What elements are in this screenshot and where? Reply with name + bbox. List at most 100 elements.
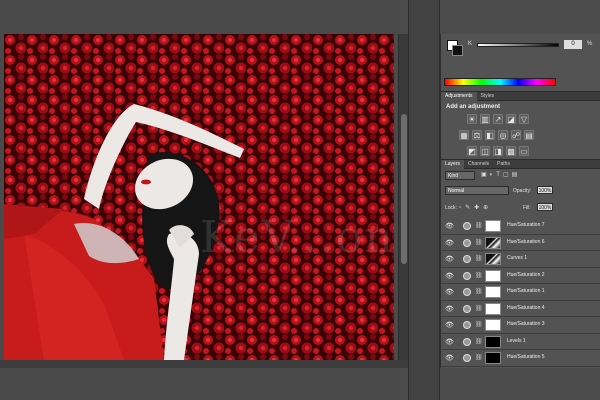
layer-name: Hue/Saturation 6 bbox=[507, 238, 545, 245]
layer-mask-thumbnail[interactable] bbox=[485, 220, 501, 232]
scrollbar-thumb[interactable] bbox=[401, 114, 407, 264]
tab-channels[interactable]: Channels bbox=[464, 160, 493, 169]
layer-name: Levels 1 bbox=[507, 337, 526, 344]
lock-label: Lock: bbox=[445, 205, 457, 211]
invert-icon[interactable]: ◩ bbox=[467, 146, 477, 156]
link-icon: ⛓ bbox=[475, 289, 483, 295]
visibility-eye-icon[interactable]: 👁 bbox=[445, 222, 454, 230]
tab-paths[interactable]: Paths bbox=[493, 160, 514, 169]
adjustments-row-2: ▦ ⚖ ◧ ◎ ☍ ▤ bbox=[459, 130, 537, 142]
visibility-eye-icon[interactable]: 👁 bbox=[445, 288, 454, 296]
layer-filter-icons[interactable]: ▣◐T▢▤ bbox=[481, 171, 520, 178]
visibility-eye-icon[interactable]: 👁 bbox=[445, 321, 454, 329]
layer-mask-thumbnail[interactable] bbox=[485, 302, 501, 315]
adjustments-tabbar: Adjustments Styles bbox=[441, 91, 600, 101]
layer-row[interactable]: 👁 ⛓ Hue/Saturation 3 bbox=[441, 317, 600, 334]
adjustment-layer-icon bbox=[463, 238, 471, 247]
status-bar bbox=[0, 360, 410, 368]
gradient-map-icon[interactable]: ▭ bbox=[519, 146, 529, 156]
adjustments-row-3: ◩ ◫ ◨ ▩ ▭ bbox=[467, 146, 532, 158]
curves-icon[interactable]: ↗ bbox=[493, 114, 503, 124]
layer-name: Hue/Saturation 7 bbox=[507, 222, 545, 228]
link-icon: ⛓ bbox=[475, 322, 483, 328]
color-lookup-icon[interactable]: ▤ bbox=[524, 130, 534, 140]
photo-filter-icon[interactable]: ◎ bbox=[498, 130, 508, 140]
brightness-icon[interactable]: ☀ bbox=[467, 114, 477, 124]
color-spectrum-bar[interactable] bbox=[444, 78, 556, 86]
layer-mask-thumbnail[interactable] bbox=[485, 236, 501, 249]
fill-field[interactable]: 100% bbox=[537, 203, 553, 211]
layer-row[interactable]: 👁 ⛓ Hue/Saturation 1 bbox=[441, 284, 600, 301]
tab-adjustments[interactable]: Adjustments bbox=[441, 92, 477, 101]
adjustments-title: Add an adjustment bbox=[446, 104, 501, 110]
threshold-icon[interactable]: ◨ bbox=[493, 146, 503, 156]
link-icon: ⛓ bbox=[475, 272, 483, 279]
layer-mask-thumbnail[interactable] bbox=[485, 319, 501, 331]
layer-name: Hue/Saturation 3 bbox=[507, 321, 545, 327]
canvas-workspace: KeV...on bbox=[0, 0, 410, 400]
layer-mask-thumbnail[interactable] bbox=[485, 335, 501, 348]
visibility-eye-icon[interactable]: 👁 bbox=[445, 255, 454, 263]
layer-name: Hue/Saturation 5 bbox=[507, 354, 545, 360]
selective-color-icon[interactable]: ▩ bbox=[506, 146, 516, 156]
visibility-eye-icon[interactable]: 👁 bbox=[445, 338, 454, 346]
adjustment-layer-icon bbox=[463, 354, 471, 362]
layer-name: Hue/Saturation 2 bbox=[507, 271, 545, 278]
kind-filter-select[interactable]: Kind bbox=[445, 171, 475, 180]
visibility-eye-icon[interactable]: 👁 bbox=[445, 272, 454, 280]
background-color-swatch[interactable] bbox=[452, 45, 463, 56]
link-icon: ⛓ bbox=[475, 338, 483, 345]
layer-name: Hue/Saturation 1 bbox=[507, 288, 545, 294]
hue-saturation-icon[interactable]: ▦ bbox=[459, 130, 469, 140]
adjustment-layer-icon bbox=[463, 271, 471, 280]
visibility-eye-icon[interactable]: 👁 bbox=[445, 354, 454, 362]
photo-image bbox=[4, 34, 394, 360]
k-unit: % bbox=[587, 41, 593, 47]
vibrance-icon[interactable]: ▽ bbox=[519, 114, 529, 124]
right-panel: K 0 % Adjustments Styles Add an adjustme… bbox=[440, 34, 600, 368]
layer-mask-thumbnail[interactable] bbox=[485, 352, 501, 364]
visibility-eye-icon[interactable]: 👁 bbox=[445, 239, 454, 247]
link-icon: ⛓ bbox=[475, 256, 483, 262]
layers-list: 👁 ⛓ Hue/Saturation 7 👁 ⛓ Hue/Saturation 6 👁 ⛓ Cu… bbox=[441, 218, 600, 367]
channel-mixer-icon[interactable]: ☍ bbox=[511, 130, 521, 140]
watermark-text: KeV...on bbox=[200, 212, 394, 263]
layer-name: Hue/Saturation 4 bbox=[507, 304, 545, 311]
document-canvas[interactable]: KeV...on bbox=[4, 34, 394, 360]
fill-label: Fill: bbox=[523, 205, 531, 211]
k-value-field[interactable]: 0 bbox=[564, 40, 582, 49]
adjustment-layer-icon bbox=[463, 222, 471, 230]
lock-icons[interactable]: ▫✎✚⊕ bbox=[459, 204, 492, 211]
layer-row[interactable]: 👁 ⛓ Curves 1 bbox=[441, 251, 600, 268]
adjustment-layer-icon bbox=[463, 337, 471, 346]
layer-row[interactable]: 👁 ⛓ Hue/Saturation 4 bbox=[441, 300, 600, 317]
layer-mask-thumbnail[interactable] bbox=[485, 269, 501, 282]
opacity-field[interactable]: 100% bbox=[537, 186, 553, 194]
vertical-scrollbar[interactable] bbox=[398, 34, 408, 360]
black-white-icon[interactable]: ◧ bbox=[485, 130, 495, 140]
link-icon: ⛓ bbox=[475, 355, 483, 361]
layer-row[interactable]: 👁 ⛓ Levels 1 bbox=[441, 333, 600, 350]
exposure-icon[interactable]: ◪ bbox=[506, 114, 516, 124]
tab-layers[interactable]: Layers bbox=[441, 160, 465, 169]
adjustment-layer-icon bbox=[463, 304, 471, 313]
link-icon: ⛓ bbox=[475, 223, 483, 229]
tab-styles[interactable]: Styles bbox=[477, 92, 499, 101]
layer-row[interactable]: 👁 ⛓ Hue/Saturation 2 bbox=[441, 267, 600, 284]
layer-mask-thumbnail[interactable] bbox=[485, 286, 501, 298]
layer-row[interactable]: 👁 ⛓ Hue/Saturation 6 bbox=[441, 234, 600, 251]
visibility-eye-icon[interactable]: 👁 bbox=[445, 305, 454, 313]
opacity-label: Opacity: bbox=[513, 188, 532, 194]
layer-mask-thumbnail[interactable] bbox=[485, 253, 501, 265]
k-slider[interactable] bbox=[477, 43, 559, 47]
color-balance-icon[interactable]: ⚖ bbox=[472, 130, 482, 140]
layer-row[interactable]: 👁 ⛓ Hue/Saturation 7 bbox=[441, 218, 600, 235]
layer-name: Curves 1 bbox=[507, 255, 528, 261]
posterize-icon[interactable]: ◫ bbox=[480, 146, 490, 156]
blend-mode-select[interactable]: Normal bbox=[445, 186, 509, 195]
layer-row[interactable]: 👁 ⛓ Hue/Saturation 5 bbox=[441, 350, 600, 367]
adjustments-row-1: ☀ ▥ ↗ ◪ ▽ bbox=[467, 114, 532, 126]
link-icon: ⛓ bbox=[475, 305, 483, 312]
link-icon: ⛓ bbox=[475, 239, 483, 246]
levels-icon[interactable]: ▥ bbox=[480, 114, 490, 124]
